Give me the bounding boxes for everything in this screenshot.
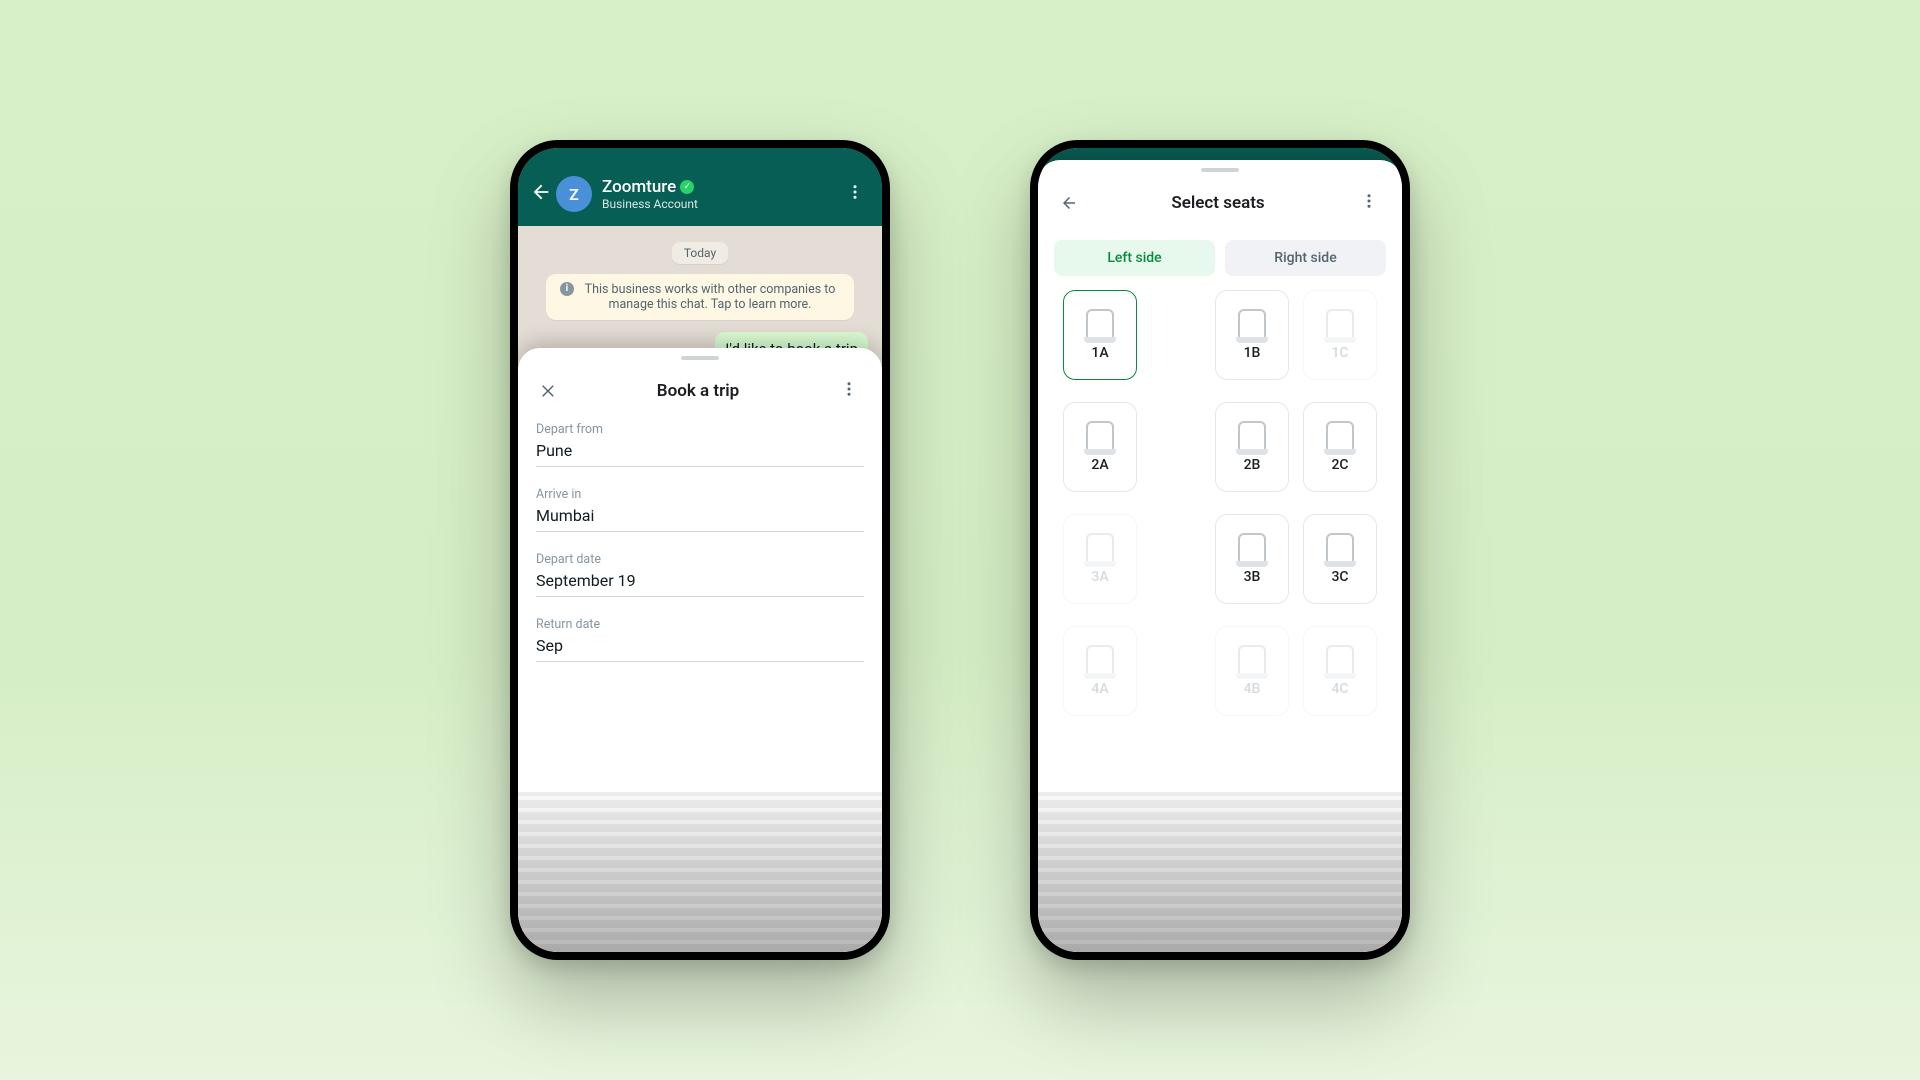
aisle-gap	[1151, 514, 1201, 604]
close-icon[interactable]	[534, 376, 564, 406]
sheet-menu-icon[interactable]	[1352, 184, 1386, 222]
seat-icon	[1086, 309, 1114, 339]
trip-form: Depart from Pune Arrive in Mumbai Depart…	[518, 422, 882, 682]
seat-icon	[1326, 309, 1354, 339]
seat-2c[interactable]: 2C	[1303, 402, 1377, 492]
tab-right-side[interactable]: Right side	[1225, 240, 1386, 276]
depart-from-field[interactable]: Depart from Pune	[536, 422, 864, 467]
aisle-gap	[1151, 290, 1201, 380]
seat-2b[interactable]: 2B	[1215, 402, 1289, 492]
seat-icon	[1238, 533, 1266, 563]
seat-icon	[1326, 533, 1354, 563]
verified-badge-icon	[680, 180, 694, 194]
business-name: Zoomture	[602, 177, 676, 197]
seat-1b[interactable]: 1B	[1215, 290, 1289, 380]
seat-icon	[1326, 645, 1354, 675]
sheet-back-icon[interactable]	[1054, 188, 1084, 218]
sheet-menu-icon[interactable]	[832, 372, 866, 410]
seat-label: 4B	[1244, 681, 1261, 697]
seat-icon	[1086, 533, 1114, 563]
seat-label: 2A	[1091, 457, 1108, 473]
seat-1a[interactable]: 1A	[1063, 290, 1137, 380]
seat-label: 3A	[1091, 569, 1108, 585]
field-value: Mumbai	[536, 506, 864, 532]
menu-icon[interactable]	[838, 175, 872, 213]
aisle-gap	[1151, 402, 1201, 492]
sheet-grabber[interactable]	[1201, 168, 1239, 172]
sheet-grabber[interactable]	[681, 356, 719, 360]
field-label: Depart date	[536, 552, 864, 567]
back-icon[interactable]	[528, 175, 556, 213]
seat-icon	[1238, 645, 1266, 675]
seat-1c: 1C	[1303, 290, 1377, 380]
field-value: Sep	[536, 636, 864, 662]
system-notice[interactable]: i This business works with other compani…	[546, 274, 854, 320]
screen: Z Zoomture Select seats	[1038, 148, 1402, 952]
field-value: September 19	[536, 571, 864, 597]
date-pill: Today	[672, 242, 728, 264]
tab-left-side[interactable]: Left side	[1054, 240, 1215, 276]
business-subtitle: Business Account	[602, 197, 838, 211]
seat-3c[interactable]: 3C	[1303, 514, 1377, 604]
phone-seat-select: Z Zoomture Select seats	[1030, 140, 1410, 960]
seat-label: 1B	[1244, 345, 1261, 361]
seat-label: 1C	[1331, 345, 1348, 361]
field-value: Pune	[536, 441, 864, 467]
seat-icon	[1086, 421, 1114, 451]
sheet-title: Select seats	[1084, 193, 1352, 213]
field-label: Depart from	[536, 422, 864, 437]
seat-label: 3B	[1244, 569, 1261, 585]
seat-3a: 3A	[1063, 514, 1137, 604]
info-icon: i	[560, 282, 574, 296]
sheet-title: Book a trip	[564, 381, 832, 401]
chat-header: Z Zoomture Business Account	[518, 148, 882, 226]
seat-icon	[1086, 645, 1114, 675]
seat-2a[interactable]: 2A	[1063, 402, 1137, 492]
seat-4c: 4C	[1303, 626, 1377, 716]
depart-date-field[interactable]: Depart date September 19	[536, 552, 864, 597]
return-date-field[interactable]: Return date Sep	[536, 617, 864, 662]
field-label: Arrive in	[536, 487, 864, 502]
field-label: Return date	[536, 617, 864, 632]
seat-label: 4A	[1091, 681, 1108, 697]
arrive-in-field[interactable]: Arrive in Mumbai	[536, 487, 864, 532]
seat-4b: 4B	[1215, 626, 1289, 716]
header-text[interactable]: Zoomture Business Account	[602, 177, 838, 211]
seat-icon	[1238, 421, 1266, 451]
seat-grid: 1A 1B 1C 2A 2B 2C 3A 3B 3C 4A 4B 4C	[1038, 290, 1402, 716]
screen: Z Zoomture Business Account Today i This…	[518, 148, 882, 952]
trip-form-sheet: Book a trip Depart from Pune Arrive in M…	[518, 348, 882, 952]
seat-icon	[1238, 309, 1266, 339]
aisle-gap	[1151, 626, 1201, 716]
seat-label: 2C	[1331, 457, 1348, 473]
system-notice-text: This business works with other companies…	[580, 282, 840, 312]
seat-4a: 4A	[1063, 626, 1137, 716]
seat-label: 3C	[1331, 569, 1348, 585]
seat-icon	[1326, 421, 1354, 451]
seat-label: 2B	[1244, 457, 1261, 473]
seat-select-sheet: Select seats Left side Right side 1A 1B 1C…	[1038, 160, 1402, 952]
seat-label: 1A	[1091, 345, 1108, 361]
side-tabs: Left side Right side	[1038, 234, 1402, 290]
avatar[interactable]: Z	[556, 176, 592, 212]
seat-label: 4C	[1331, 681, 1348, 697]
phone-trip-form: Z Zoomture Business Account Today i This…	[510, 140, 890, 960]
seat-3b[interactable]: 3B	[1215, 514, 1289, 604]
